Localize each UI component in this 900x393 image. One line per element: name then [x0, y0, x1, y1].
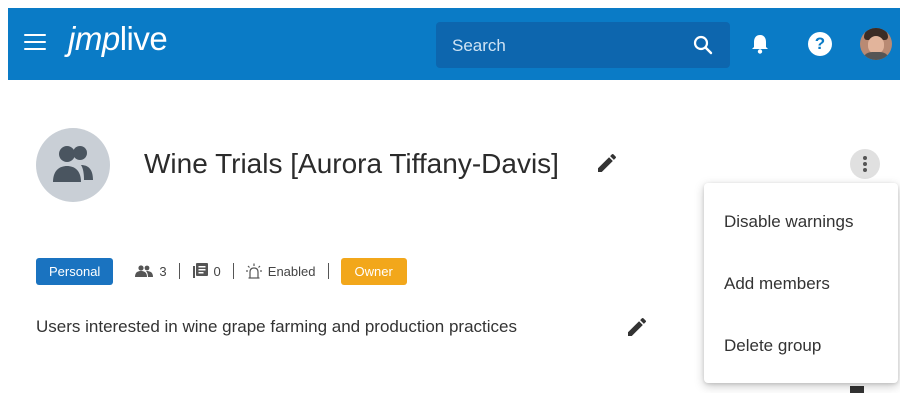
- more-options-button[interactable]: [850, 149, 880, 179]
- user-avatar[interactable]: [860, 28, 892, 60]
- menu-item-disable-warnings[interactable]: Disable warnings: [724, 212, 853, 232]
- alerts-status[interactable]: Enabled: [245, 263, 316, 279]
- people-icon: [135, 265, 154, 277]
- more-options-menu: Disable warnings Add members Delete grou…: [704, 183, 898, 383]
- members-count[interactable]: 3: [135, 264, 167, 279]
- menu-item-add-members[interactable]: Add members: [724, 274, 830, 294]
- group-people-icon: [53, 146, 93, 182]
- app-frame: jmplive Search ? Wine Trials [Aurora Tif…: [8, 8, 900, 393]
- menu-icon[interactable]: [24, 34, 46, 52]
- jmplive-logo[interactable]: jmplive: [68, 20, 168, 58]
- divider: [232, 263, 234, 279]
- alarm-light-icon: [245, 263, 262, 279]
- edit-description-icon[interactable]: [625, 315, 649, 344]
- group-meta-row: Personal 3 0 Enabled Owner: [36, 257, 407, 285]
- top-app-bar: jmplive Search ?: [8, 8, 900, 80]
- content-edge-fragment: [850, 386, 864, 393]
- personal-badge: Personal: [36, 257, 114, 285]
- group-avatar: [36, 128, 110, 202]
- divider: [178, 263, 180, 279]
- edit-title-icon[interactable]: [595, 151, 619, 180]
- menu-item-delete-group[interactable]: Delete group: [724, 336, 821, 356]
- library-icon: [192, 263, 208, 278]
- search-input[interactable]: Search: [436, 22, 730, 68]
- search-placeholder: Search: [452, 36, 506, 55]
- group-title: Wine Trials [Aurora Tiffany-Davis]: [144, 148, 559, 179]
- help-icon[interactable]: ?: [808, 32, 832, 56]
- search-icon[interactable]: [692, 34, 714, 61]
- bell-icon[interactable]: [750, 33, 770, 60]
- divider: [327, 263, 329, 279]
- posts-count[interactable]: 0: [192, 263, 221, 279]
- owner-badge: Owner: [340, 257, 407, 285]
- group-description: Users interested in wine grape farming a…: [36, 317, 517, 336]
